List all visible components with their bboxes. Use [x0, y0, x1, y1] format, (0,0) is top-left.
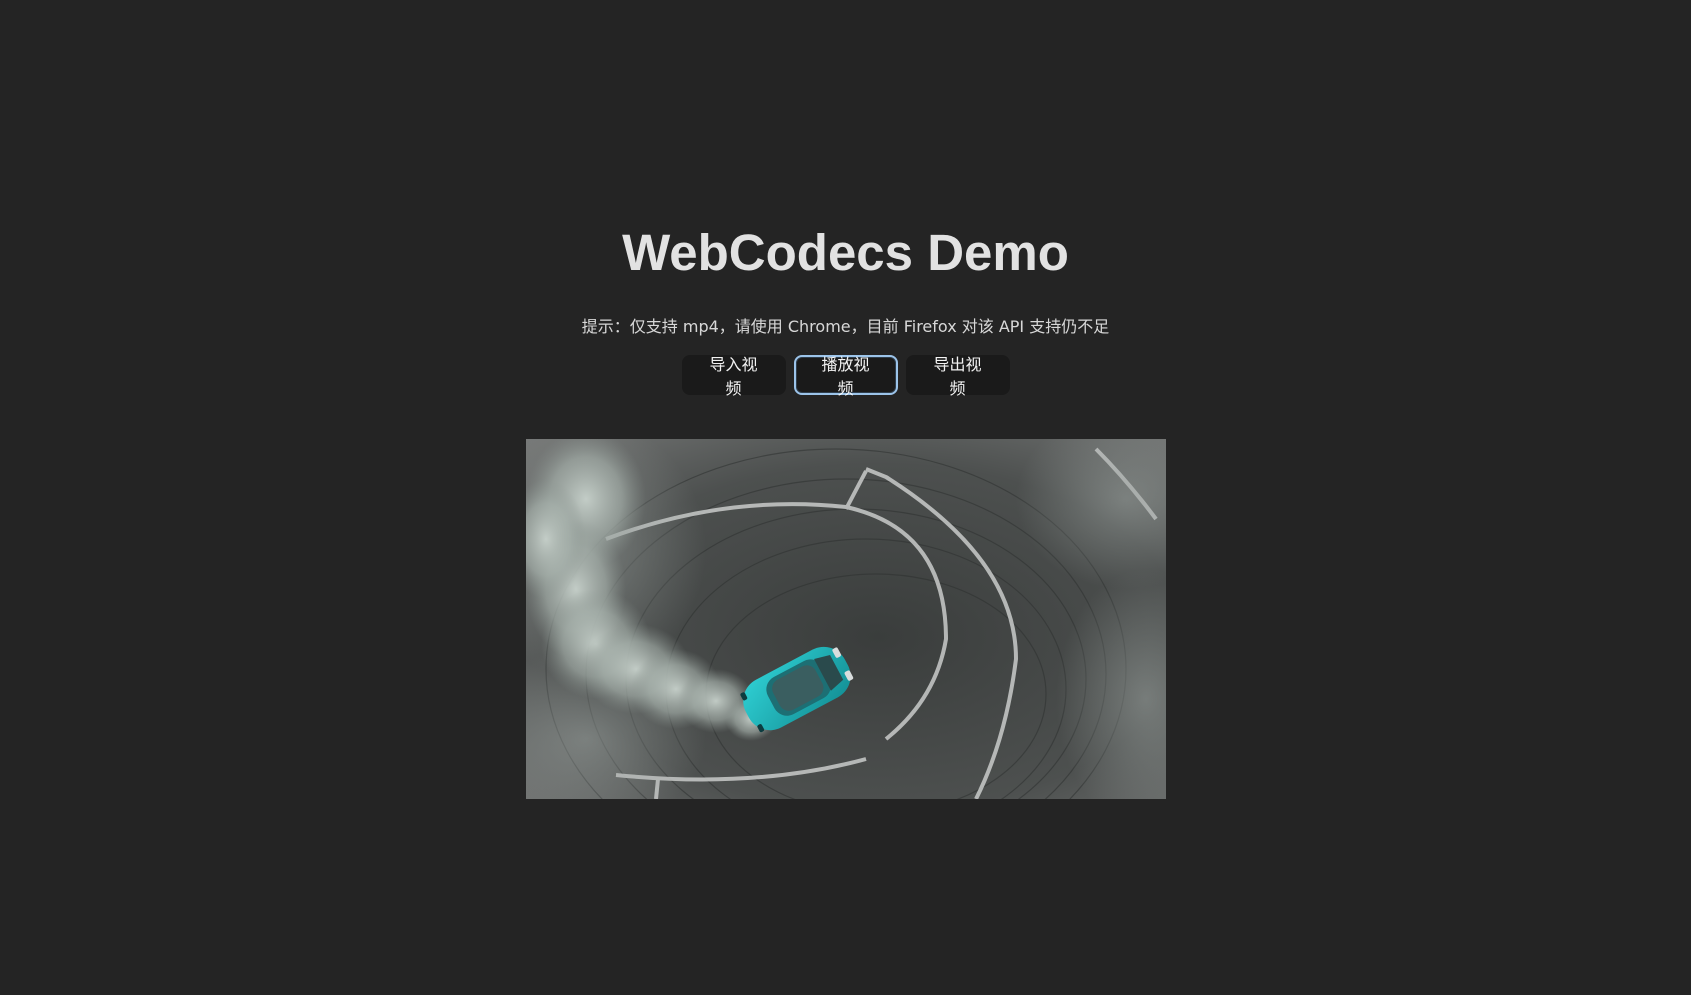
video-frame — [526, 439, 1166, 799]
page-title: WebCodecs Demo — [622, 224, 1069, 281]
import-video-button[interactable]: 导入视频 — [681, 355, 786, 398]
toolbar: 导入视频 播放视频 导出视频 — [0, 355, 1691, 398]
page: WebCodecs Demo 提示：仅支持 mp4，请使用 Chrome，目前 … — [0, 0, 1691, 995]
play-video-button[interactable]: 播放视频 — [793, 355, 898, 398]
video-canvas — [526, 439, 1166, 799]
export-video-button[interactable]: 导出视频 — [905, 355, 1010, 398]
hint-text: 提示：仅支持 mp4，请使用 Chrome，目前 Firefox 对该 API … — [581, 317, 1110, 336]
